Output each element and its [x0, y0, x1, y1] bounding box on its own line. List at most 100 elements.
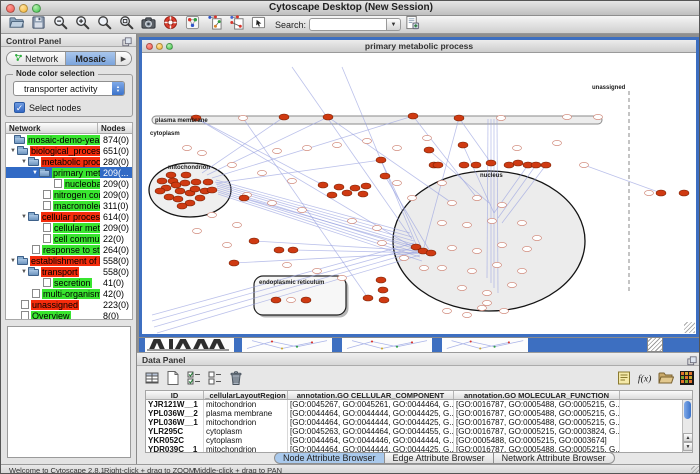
network-node[interactable] [458, 285, 467, 290]
network-node-selected[interactable] [513, 160, 523, 166]
snapshot-icon[interactable] [138, 14, 158, 31]
network-node-selected[interactable] [274, 247, 284, 253]
network-node-selected[interactable] [342, 190, 352, 196]
tab-network-attribute-browser[interactable]: Network Attribute Browser [494, 452, 615, 464]
tab-node-attribute-browser[interactable]: Node Attribute Browser [274, 452, 385, 464]
network-node[interactable] [420, 265, 429, 270]
network-node-selected[interactable] [376, 157, 386, 163]
network-node[interactable] [498, 242, 507, 247]
select-attributes-icon[interactable] [184, 369, 203, 388]
network-node-selected[interactable] [288, 247, 298, 253]
tree-row-metabolic-process[interactable]: ▼metabolic process280(0) [6, 156, 132, 167]
table-scrollbar[interactable]: ▲ ▼ [682, 400, 692, 453]
window-resize-grip[interactable] [691, 466, 700, 474]
network-node[interactable] [298, 207, 307, 212]
tree-row-response-to-stimulu[interactable]: response to stimulu264(0) [6, 244, 132, 255]
network-node-selected[interactable] [207, 187, 217, 193]
vizmapper-icon[interactable] [182, 14, 202, 31]
open-session-icon[interactable] [6, 14, 26, 31]
zoom-out-icon[interactable] [50, 14, 70, 31]
network-node-selected[interactable] [190, 186, 200, 192]
network-node[interactable] [448, 245, 457, 250]
network-node[interactable] [463, 312, 472, 317]
network-node[interactable] [563, 114, 572, 119]
region-nucleus[interactable] [393, 171, 585, 311]
network-node[interactable] [463, 222, 472, 227]
table-column-header[interactable]: ID [146, 391, 204, 399]
network-node[interactable] [483, 300, 492, 305]
scroll-down-icon[interactable]: ▼ [683, 442, 693, 451]
tree-row-establishment-of-lo[interactable]: ▼establishment of lo558(0) [6, 255, 132, 266]
network-node[interactable] [448, 200, 457, 205]
network-node[interactable] [488, 218, 497, 223]
network-node[interactable] [288, 178, 297, 183]
network-node[interactable] [478, 305, 487, 310]
network-node-selected[interactable] [279, 114, 289, 120]
network-node[interactable] [268, 200, 277, 205]
tree-expand-arrow-icon[interactable]: ▼ [20, 214, 28, 220]
destroy-view-icon[interactable] [226, 14, 246, 31]
save-session-icon[interactable] [28, 14, 48, 31]
network-node-selected[interactable] [379, 297, 389, 303]
network-node[interactable] [333, 142, 342, 147]
network-node-selected[interactable] [271, 297, 281, 303]
zoom-fit-icon[interactable] [116, 14, 136, 31]
network-node[interactable] [483, 290, 492, 295]
tree-expand-arrow-icon[interactable]: ▼ [9, 148, 17, 154]
network-node[interactable] [258, 170, 267, 175]
network-graph[interactable]: plasma membranecytoplasmmitochondrionnuc… [142, 53, 696, 334]
network-node[interactable] [497, 115, 506, 120]
new-attribute-icon[interactable] [163, 369, 182, 388]
network-node[interactable] [533, 235, 542, 240]
network-node-selected[interactable] [229, 260, 239, 266]
plugin-icon[interactable] [402, 14, 422, 31]
tree-column-network[interactable]: Network [6, 123, 98, 133]
delete-attribute-icon[interactable] [226, 369, 245, 388]
tree-row-nucleobase-[interactable]: nucleobase-209(0) [6, 178, 132, 189]
network-node[interactable] [233, 222, 242, 227]
network-canvas[interactable]: plasma membranecytoplasmmitochondrionnuc… [142, 53, 696, 334]
tree-row-transport[interactable]: ▼transport558(0) [6, 266, 132, 277]
network-node[interactable] [408, 195, 417, 200]
network-node-selected[interactable] [531, 162, 541, 168]
tree-row-overview[interactable]: Overview8(0) [6, 310, 132, 320]
tree-row-cell-communicat[interactable]: cell communicat22(0) [6, 233, 132, 244]
network-node[interactable] [338, 275, 347, 280]
network-node[interactable] [400, 255, 409, 260]
network-node-selected[interactable] [327, 192, 337, 198]
network-edge[interactable] [212, 116, 413, 178]
network-node[interactable] [313, 268, 322, 273]
tree-row-cellular-metabo[interactable]: cellular metabo209(0) [6, 222, 132, 233]
network-node-selected[interactable] [318, 182, 328, 188]
tree-row-mosaic-demo-yeast[interactable]: mosaic-demo-yeast874(0) [6, 134, 132, 145]
network-node[interactable] [468, 268, 477, 273]
matrix-icon[interactable] [677, 369, 696, 388]
tree-expand-arrow-icon[interactable]: ▼ [31, 170, 39, 176]
region-plasma-membrane[interactable] [152, 116, 602, 124]
network-view-window[interactable]: primary metabolic process plasma membran… [139, 37, 699, 337]
tree-row-cellular-process[interactable]: ▼cellular process614(0) [6, 211, 132, 222]
network-node-selected[interactable] [323, 114, 333, 120]
network-node[interactable] [239, 115, 248, 120]
network-node-selected[interactable] [433, 162, 443, 168]
network-node-selected[interactable] [454, 115, 464, 121]
network-node-selected[interactable] [350, 185, 360, 191]
network-node[interactable] [273, 148, 282, 153]
network-node-selected[interactable] [173, 196, 183, 202]
network-node[interactable] [198, 150, 207, 155]
network-node-selected[interactable] [180, 180, 190, 186]
network-node-selected[interactable] [363, 295, 373, 301]
scrollbar-thumb[interactable] [684, 401, 691, 419]
network-node-selected[interactable] [408, 113, 418, 119]
network-node[interactable] [553, 140, 562, 145]
node-color-dropdown[interactable]: transporter activity ▲▼ [13, 81, 125, 96]
table-column-header[interactable]: annotation.GO CELLULAR_COMPONENT [288, 391, 454, 399]
network-node-selected[interactable] [458, 142, 468, 148]
tree-column-nodes[interactable]: Nodes [98, 123, 132, 133]
search-input[interactable] [309, 18, 387, 31]
notes-icon[interactable] [614, 369, 633, 388]
tab-edge-attribute-browser[interactable]: Edge Attribute Browser [385, 452, 494, 464]
tab-mosaic[interactable]: Mosaic [66, 52, 116, 65]
network-node[interactable] [438, 180, 447, 185]
network-node[interactable] [363, 138, 372, 143]
